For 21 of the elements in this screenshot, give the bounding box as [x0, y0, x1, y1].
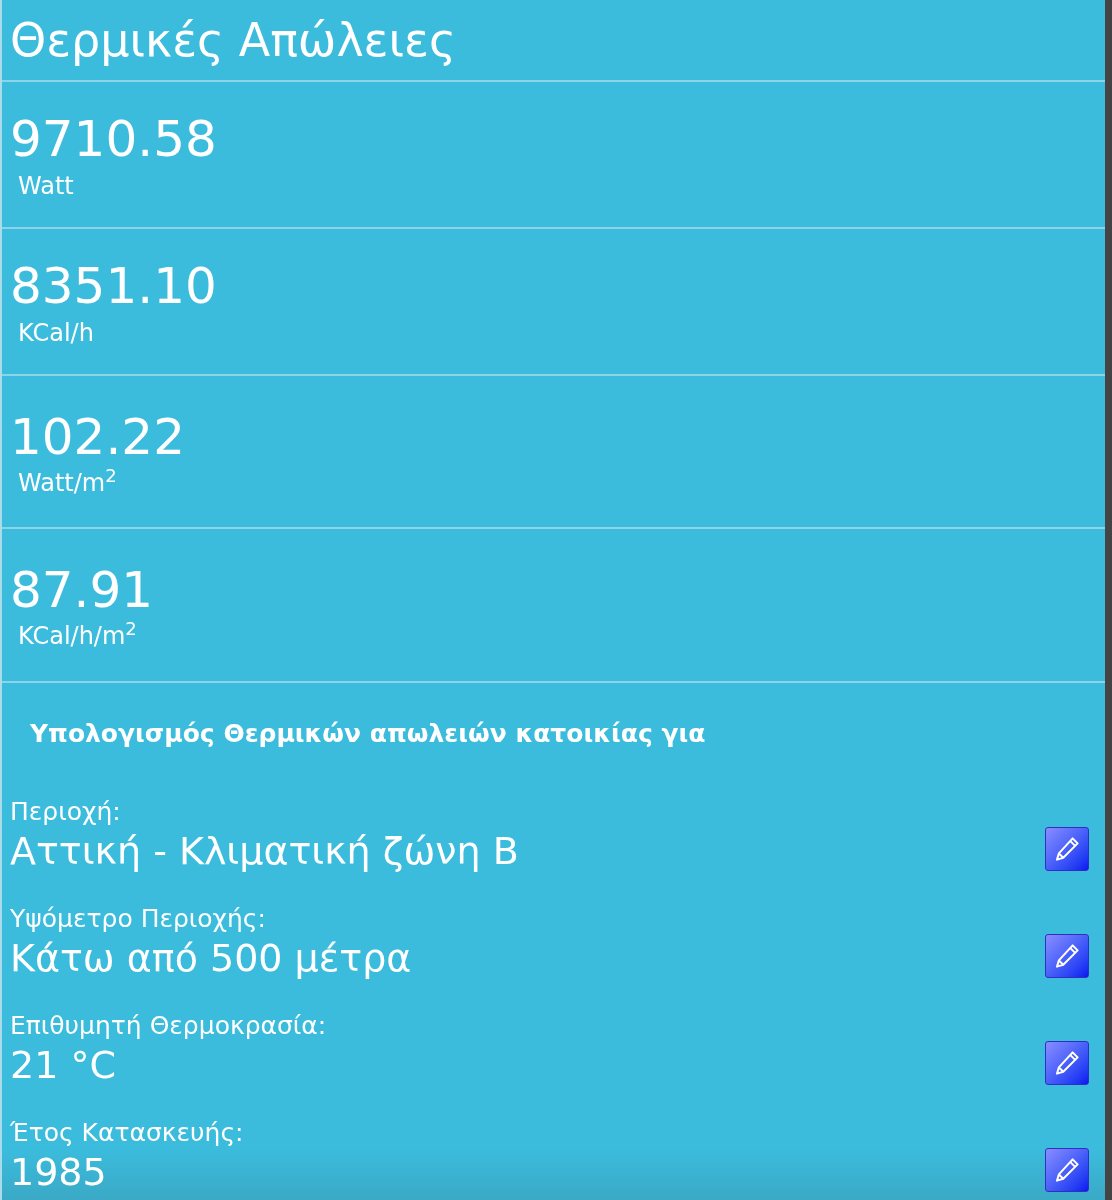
section-heading: Υπολογισμός Θερμικών απωλειών κατοικίας για	[29, 717, 707, 750]
result-unit: Watt	[17, 170, 75, 201]
edit-button[interactable]	[1045, 827, 1089, 871]
parameter-label: Υψόμετρο Περιοχής:	[10, 903, 267, 935]
parameter-label: Έτος Κατασκευής:	[10, 1117, 245, 1149]
result-unit: Watt/m$^{2}$	[17, 468, 118, 499]
result-value: 102.22	[10, 406, 186, 468]
parameter-value: 1985	[10, 1148, 108, 1196]
parameter-value: Κάτω από 500 μέτρα	[10, 934, 413, 982]
result-unit: KCal/h	[17, 318, 95, 348]
result-value: 8351.10	[10, 256, 218, 318]
result-value: 9710.58	[10, 109, 218, 171]
edit-button[interactable]	[1045, 1148, 1089, 1192]
edit-button[interactable]	[1045, 1041, 1089, 1085]
parameter-value: Αττική - Κλιματική ζώνη Β	[10, 827, 520, 875]
parameter-label: Περιοχή:	[10, 796, 122, 828]
edit-button[interactable]	[1045, 934, 1089, 978]
parameter-value: 21 °C	[10, 1041, 117, 1089]
result-value: 87.91	[10, 559, 155, 621]
result-unit: KCal/h/m$^{2}$	[17, 621, 138, 652]
parameter-label: Επιθυμητή Θερμοκρασία:	[10, 1010, 328, 1042]
